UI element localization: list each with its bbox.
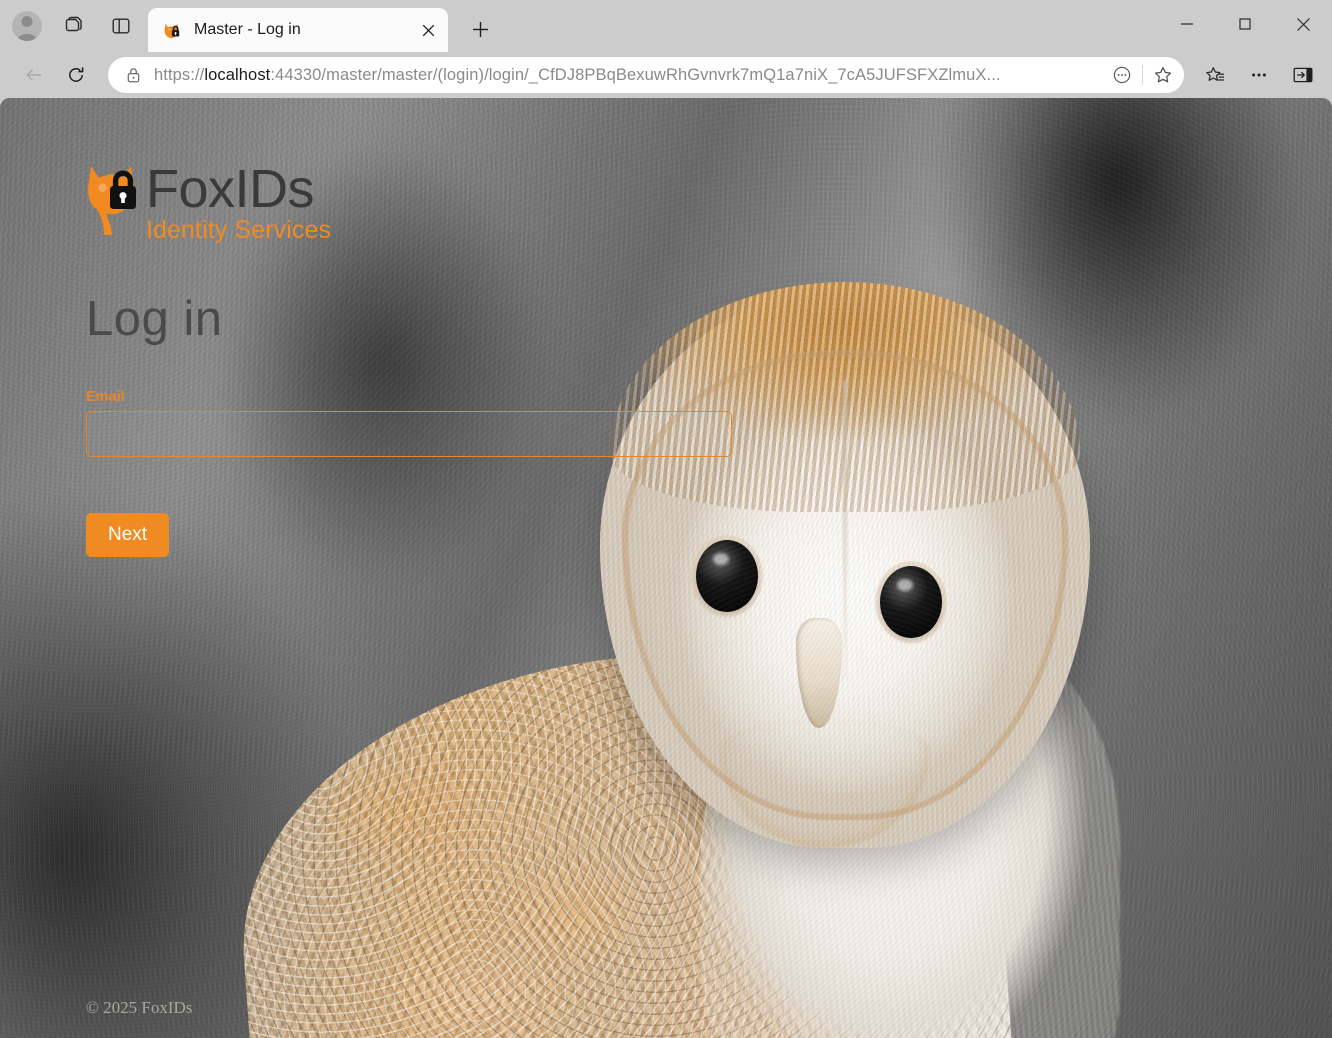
maximize-icon[interactable]: [1216, 0, 1274, 48]
omnibox-divider: [1142, 65, 1143, 85]
avatar: [12, 11, 42, 41]
url-rest: :44330/master/master/(login)/login/_CfDJ…: [270, 65, 1001, 84]
collections-icon[interactable]: [1194, 57, 1236, 93]
close-icon[interactable]: [414, 16, 442, 44]
browser-tab-active[interactable]: Master - Log in: [148, 8, 448, 52]
profile-avatar-icon[interactable]: [8, 7, 46, 45]
address-bar[interactable]: https://localhost:44330/master/master/(l…: [108, 57, 1184, 93]
browser-essentials-icon[interactable]: [1282, 57, 1324, 93]
favorite-star-icon[interactable]: [1146, 59, 1180, 91]
brand-text: FoxIDs Identity Services: [146, 160, 331, 245]
email-input[interactable]: [86, 411, 732, 458]
page-viewport: FoxIDs Identity Services Log in Email Ne…: [0, 98, 1332, 1038]
foxids-fox-lock-logo: [86, 160, 140, 238]
window-controls: [1158, 0, 1332, 48]
url-host: localhost: [204, 65, 271, 84]
login-content: FoxIDs Identity Services Log in Email Ne…: [0, 98, 1332, 1038]
next-button[interactable]: Next: [86, 513, 170, 558]
back-arrow-icon[interactable]: [14, 57, 54, 93]
url-text: https://localhost:44330/master/master/(l…: [148, 66, 1105, 85]
browser-window: Master - Log in https://localhost:44330/…: [0, 0, 1332, 1038]
tab-strip: Master - Log in: [0, 0, 1332, 52]
brand-logo: FoxIDs Identity Services: [86, 160, 1332, 245]
email-label: Email: [86, 389, 125, 406]
foxids-fox-lock-icon: [162, 20, 182, 40]
tab-search-copilot-icon[interactable]: [52, 7, 94, 45]
minimize-icon[interactable]: [1158, 0, 1216, 48]
email-field-group: Email: [86, 389, 732, 458]
split-screen-icon[interactable]: [100, 7, 142, 45]
copyright-footer: © 2025 FoxIDs: [86, 998, 193, 1017]
page-actions-ellipsis-circle-icon[interactable]: [1105, 59, 1139, 91]
close-window-icon[interactable]: [1274, 0, 1332, 48]
omnibox-actions: [1105, 59, 1180, 91]
url-scheme: https://: [154, 65, 205, 84]
tab-title: Master - Log in: [194, 21, 301, 38]
brand-subtitle: Identity Services: [146, 216, 332, 245]
brand-name: FoxIDs: [146, 159, 315, 219]
lock-icon[interactable]: [118, 60, 148, 90]
browser-toolbar: https://localhost:44330/master/master/(l…: [0, 52, 1332, 98]
new-tab-button[interactable]: [460, 9, 500, 49]
reload-icon[interactable]: [56, 57, 96, 93]
tab-strip-left-controls: [0, 0, 142, 52]
settings-and-more-ellipsis-icon[interactable]: [1238, 57, 1280, 93]
page-title: Log in: [86, 292, 223, 347]
